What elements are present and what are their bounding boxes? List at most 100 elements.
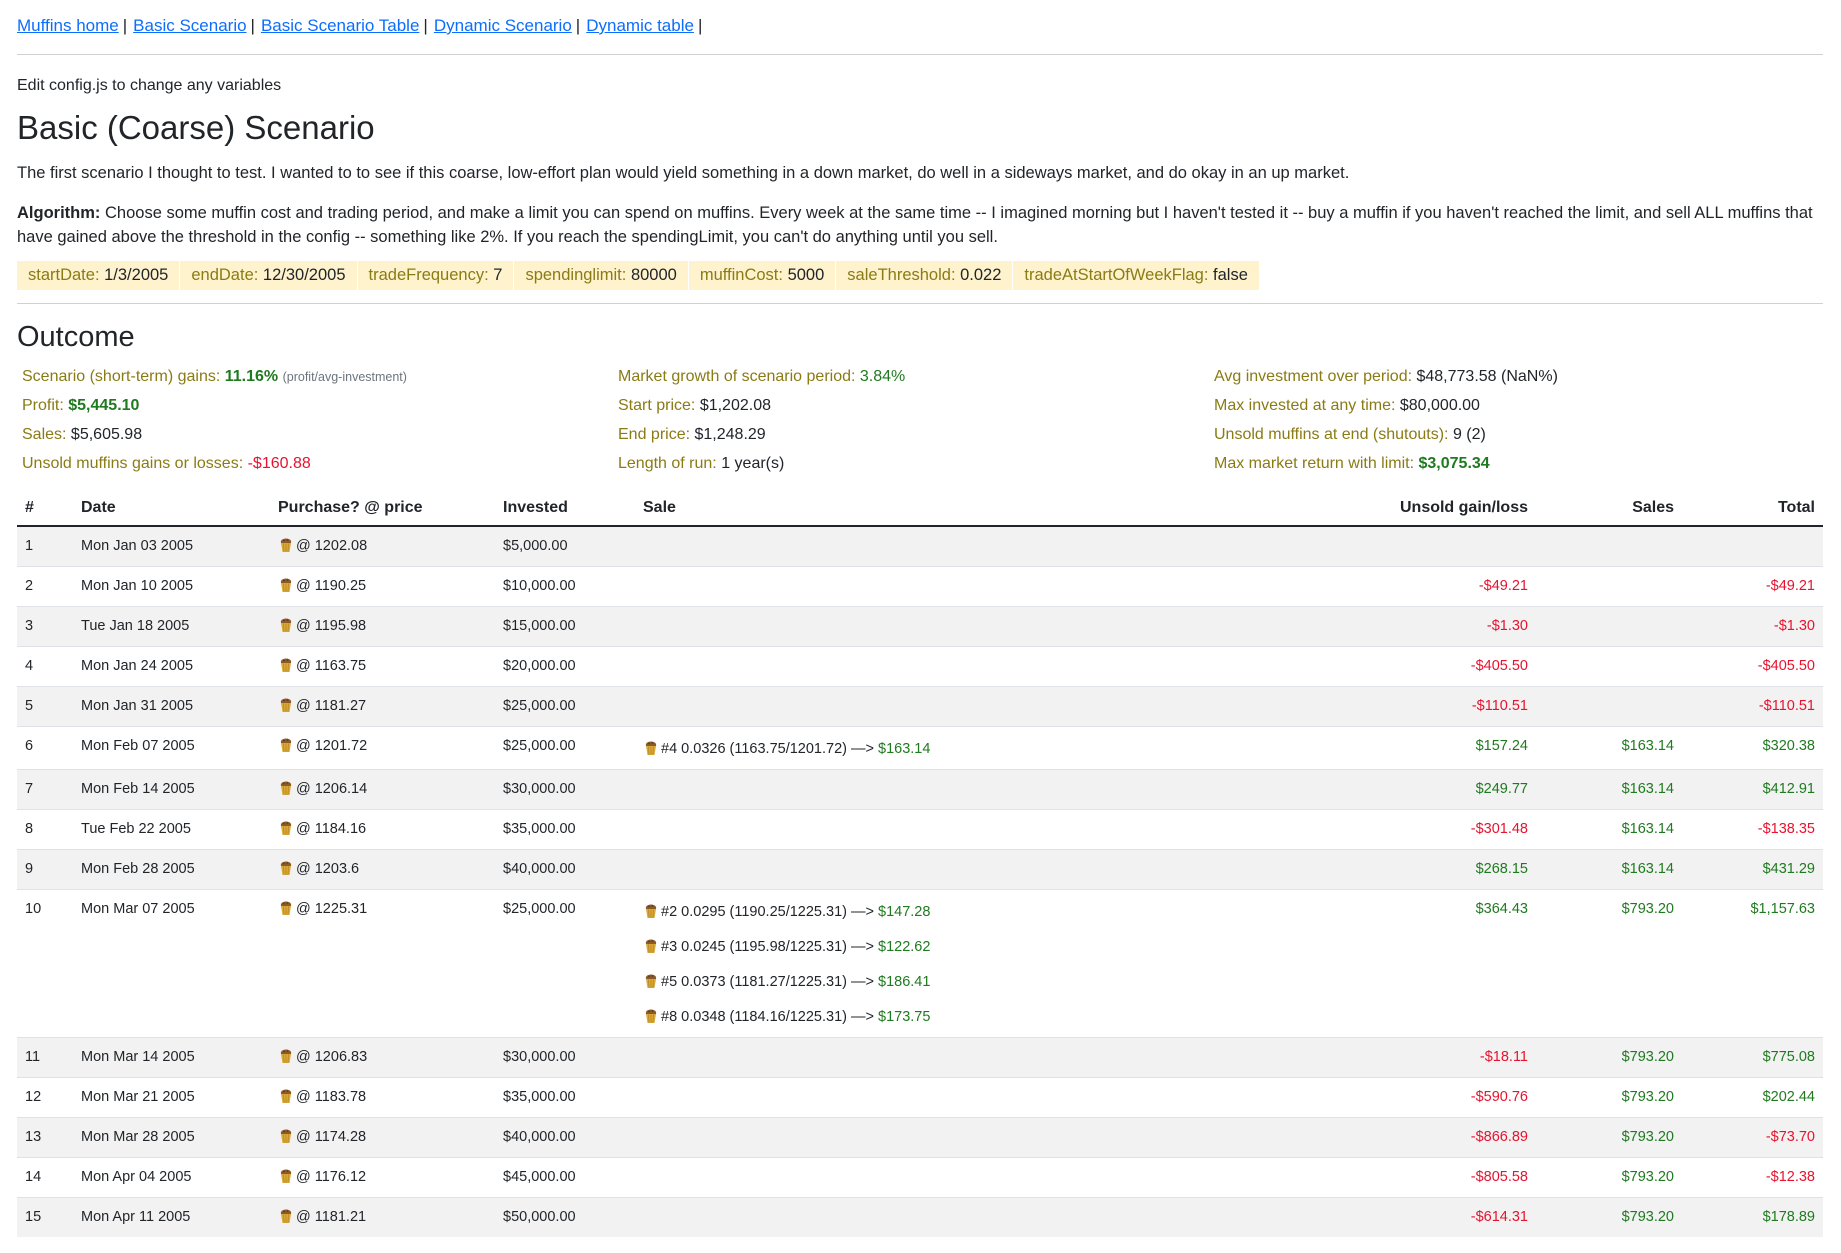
config-key: tradeFrequency: [368, 266, 489, 284]
stat-label: Max invested at any time: [1214, 397, 1396, 414]
muffin-icon [278, 1168, 294, 1184]
purchase-price: @ 1206.83 [296, 1049, 368, 1065]
cell-sale [635, 566, 991, 607]
purchase-price: @ 1203.6 [296, 861, 360, 877]
muffin-icon [278, 820, 294, 836]
cell-invested: $25,000.00 [495, 726, 635, 770]
muffin-icon [643, 903, 659, 919]
stat-max-invested: Max invested at any time: $80,000.00 [1214, 391, 1823, 420]
cell-unsold: -$866.89 [991, 1117, 1536, 1158]
nav-separator: | [122, 16, 128, 35]
cell-sale [635, 849, 991, 890]
stat-value: 9 (2) [1452, 426, 1486, 443]
cell-sales: $793.20 [1536, 1157, 1682, 1198]
nav-separator: | [575, 16, 581, 35]
cell-unsold: $249.77 [991, 769, 1536, 810]
config-item: muffinCost: 5000 [689, 261, 837, 290]
purchase-price: @ 1181.21 [296, 1209, 367, 1225]
stat-value: $48,773.58 (NaN%) [1416, 368, 1558, 385]
cell-total: $775.08 [1682, 1037, 1823, 1078]
cell-unsold: -$805.58 [991, 1157, 1536, 1198]
cell-date: Mon Feb 07 2005 [73, 726, 270, 770]
cell-purchase: @ 1181.21 [270, 1197, 495, 1237]
cell-sales: $793.20 [1536, 1077, 1682, 1118]
config-item: saleThreshold: 0.022 [836, 261, 1014, 290]
cell-sales [1536, 686, 1682, 727]
cell-purchase: @ 1206.14 [270, 769, 495, 810]
muffin-icon [278, 900, 294, 916]
config-value: 12/30/2005 [262, 266, 346, 284]
cell-purchase: @ 1225.31 [270, 889, 495, 1038]
algorithm-text: Algorithm: Choose some muffin cost and t… [17, 201, 1823, 249]
outcome-heading: Outcome [17, 321, 135, 353]
sale-entry: #3 0.0245 (1195.98/1225.31) —> $122.62 [643, 934, 983, 958]
cell-sale [635, 1077, 991, 1118]
muffin-icon [278, 657, 294, 673]
cell-invested: $30,000.00 [495, 1037, 635, 1078]
config-value: 80000 [630, 266, 677, 284]
algorithm-description: Choose some muffin cost and trading peri… [17, 204, 1813, 246]
cell-number: 13 [17, 1117, 73, 1158]
cell-sales: $163.14 [1536, 726, 1682, 770]
cell-unsold: -$590.76 [991, 1077, 1536, 1118]
sale-detail: #5 0.0373 (1181.27/1225.31) —> [661, 974, 874, 990]
muffin-icon [643, 973, 659, 989]
cell-purchase: @ 1206.83 [270, 1037, 495, 1078]
cell-number: 14 [17, 1157, 73, 1198]
purchase-price: @ 1202.08 [296, 538, 368, 554]
cell-sale [635, 1157, 991, 1198]
purchase-price: @ 1181.27 [296, 698, 367, 714]
stat-value: $5,605.98 [70, 426, 143, 443]
sale-detail: #8 0.0348 (1184.16/1225.31) —> [661, 1009, 874, 1025]
cell-number: 12 [17, 1077, 73, 1118]
page: Muffins home | Basic Scenario | Basic Scenar… [0, 0, 1841, 1237]
cell-date: Mon Jan 10 2005 [73, 566, 270, 607]
cell-invested: $25,000.00 [495, 686, 635, 727]
nav-link-dynamic-table[interactable]: Dynamic table [586, 16, 694, 35]
cell-invested: $15,000.00 [495, 606, 635, 647]
sale-detail: #2 0.0295 (1190.25/1225.31) —> [661, 904, 874, 920]
cell-invested: $30,000.00 [495, 769, 635, 810]
cell-number: 10 [17, 889, 73, 1038]
nav-link-basic-scenario[interactable]: Basic Scenario [133, 16, 246, 35]
table-row: 4 Mon Jan 24 2005 @ 1163.75 $20,000.00 -$405… [17, 646, 1823, 687]
nav-link-muffins-home[interactable]: Muffins home [17, 16, 119, 35]
cell-sale [635, 1117, 991, 1158]
col-header-date: Date [73, 489, 270, 527]
cell-total: $178.89 [1682, 1197, 1823, 1237]
divider [17, 303, 1823, 304]
purchase-price: @ 1163.75 [296, 658, 367, 674]
sale-amount: $122.62 [878, 939, 931, 955]
config-key: endDate: [191, 266, 259, 284]
cell-number: 4 [17, 646, 73, 687]
cell-total: $1,157.63 [1682, 889, 1823, 1038]
cell-total: $412.91 [1682, 769, 1823, 810]
purchase-price: @ 1176.12 [296, 1169, 367, 1185]
config-key: tradeAtStartOfWeekFlag: [1024, 266, 1209, 284]
table-row: 15 Mon Apr 11 2005 @ 1181.21 $50,000.00 -$61… [17, 1197, 1823, 1237]
nav-link-basic-scenario-table[interactable]: Basic Scenario Table [261, 16, 419, 35]
cell-unsold: $364.43 [991, 889, 1536, 1038]
cell-purchase: @ 1183.78 [270, 1077, 495, 1118]
muffin-icon [643, 1008, 659, 1024]
muffin-icon [643, 938, 659, 954]
nav-link-dynamic-scenario[interactable]: Dynamic Scenario [434, 16, 572, 35]
cell-sales [1536, 566, 1682, 607]
col-header-invested: Invested [495, 489, 635, 527]
config-item: endDate: 12/30/2005 [180, 261, 358, 290]
table-row: 13 Mon Mar 28 2005 @ 1174.28 $40,000.00 -$86… [17, 1117, 1823, 1158]
stat-value: 1 year(s) [721, 455, 785, 472]
table-row: 2 Mon Jan 10 2005 @ 1190.25 $10,000.00 -$49.… [17, 566, 1823, 607]
sale-amount: $147.28 [878, 904, 931, 920]
cell-sale [635, 809, 991, 850]
cell-sales: $793.20 [1536, 1037, 1682, 1078]
cell-date: Mon Feb 14 2005 [73, 769, 270, 810]
stat-label: Market growth of scenario period: [618, 368, 856, 385]
purchase-price: @ 1225.31 [296, 901, 368, 917]
config-note: Edit config.js to change any variables [17, 77, 282, 94]
stat-max-market-return: Max market return with limit: $3,075.34 [1214, 449, 1823, 478]
sale-entry: #2 0.0295 (1190.25/1225.31) —> $147.28 [643, 899, 983, 923]
purchase-price: @ 1183.78 [296, 1089, 367, 1105]
cell-sales [1536, 525, 1682, 567]
cell-sales: $793.20 [1536, 1117, 1682, 1158]
